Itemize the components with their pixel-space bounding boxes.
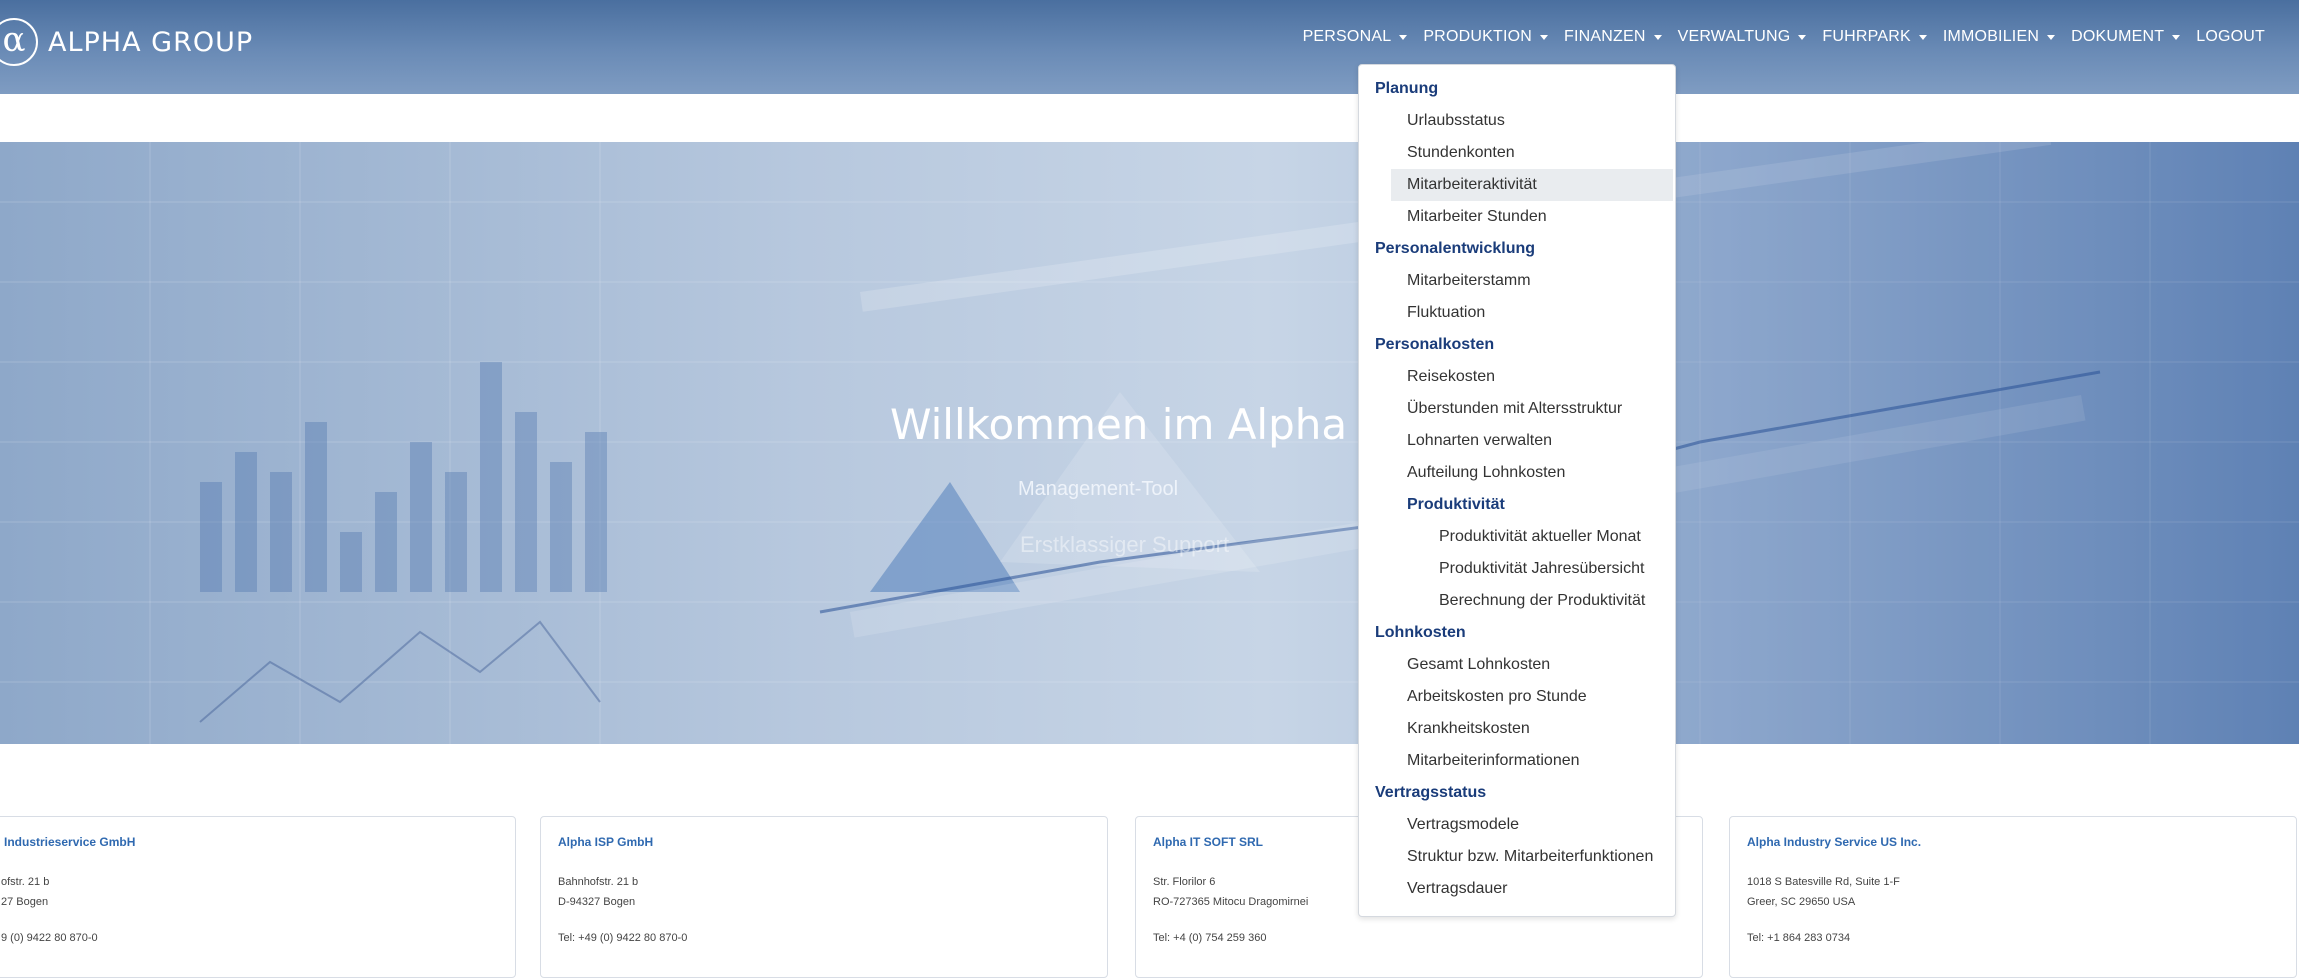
company-name-link[interactable]: Alpha Industry Service US Inc. [1747, 835, 1921, 849]
menu-item-ueberstunden[interactable]: Überstunden mit Altersstruktur [1407, 393, 1622, 425]
menu-item-produktivitaet-jahr[interactable]: Produktivität Jahresübersicht [1439, 553, 1644, 585]
nav-label: FINANZEN [1563, 28, 1646, 45]
chevron-down-icon [2047, 34, 2056, 40]
nav-label: FUHRPARK [1822, 28, 1911, 45]
menu-item-vertragsdauer[interactable]: Vertragsdauer [1407, 873, 1508, 905]
logo[interactable]: α ALPHA GROUP [0, 16, 253, 68]
nav-verwaltung[interactable]: VERWALTUNG [1678, 28, 1807, 46]
company-card: Alpha Industry Service US Inc. 1018 S Ba… [1729, 816, 2297, 978]
menu-heading-personalentwicklung[interactable]: Personalentwicklung [1375, 233, 1535, 265]
nav-label: PRODUKTION [1423, 28, 1532, 45]
hero-banner: Willkommen im Alpha Gro Management-Tool … [0, 142, 2299, 744]
menu-item-fluktuation[interactable]: Fluktuation [1407, 297, 1485, 329]
company-address-line2: Greer, SC 29650 USA [1747, 896, 1856, 908]
chevron-down-icon [1653, 34, 1662, 40]
logo-text: ALPHA GROUP [48, 26, 254, 58]
company-phone: 9 (0) 9422 80 870-0 [1, 932, 98, 944]
nav-fuhrpark[interactable]: FUHRPARK [1822, 28, 1927, 46]
company-address-line2: D-94327 Bogen [558, 896, 636, 908]
nav-logout[interactable]: LOGOUT [2196, 28, 2265, 46]
company-address-line1: Str. Florilor 6 [1153, 876, 1216, 888]
menu-heading-lohnkosten[interactable]: Lohnkosten [1375, 617, 1466, 649]
company-name-link[interactable]: Industrieservice GmbH [4, 835, 135, 849]
company-address-line1: Bahnhofstr. 21 b [558, 876, 639, 888]
menu-item-gesamt-lohnkosten[interactable]: Gesamt Lohnkosten [1407, 649, 1550, 681]
menu-item-arbeitskosten-stunde[interactable]: Arbeitskosten pro Stunde [1407, 681, 1587, 713]
menu-item-stundenkonten[interactable]: Stundenkonten [1407, 137, 1515, 169]
top-header: α ALPHA GROUP PERSONAL PRODUKTION FINANZ… [0, 0, 2299, 94]
company-address-line1: 1018 S Batesville Rd, Suite 1-F [1747, 876, 1900, 888]
menu-item-reisekosten[interactable]: Reisekosten [1407, 361, 1495, 393]
alpha-logo-icon: α [0, 18, 38, 66]
personal-dropdown-menu: Planung Urlaubsstatus Stundenkonten Mita… [1358, 64, 1676, 917]
nav-produktion[interactable]: PRODUKTION [1423, 28, 1548, 46]
menu-item-struktur-mitarbeiterfunktionen[interactable]: Struktur bzw. Mitarbeiterfunktionen [1407, 841, 1653, 873]
nav-personal[interactable]: PERSONAL [1303, 28, 1408, 46]
menu-item-krankheitskosten[interactable]: Krankheitskosten [1407, 713, 1530, 745]
nav-label: PERSONAL [1302, 28, 1392, 45]
chevron-down-icon [2172, 34, 2181, 40]
menu-item-produktivitaet-monat[interactable]: Produktivität aktueller Monat [1439, 521, 1641, 553]
nav-label: IMMOBILIEN [1942, 28, 2040, 45]
menu-item-mitarbeiterinformationen[interactable]: Mitarbeiterinformationen [1407, 745, 1580, 777]
menu-heading-planung[interactable]: Planung [1375, 73, 1438, 105]
company-phone: Tel: +1 864 283 0734 [1747, 932, 1851, 944]
nav-label: VERWALTUNG [1677, 28, 1791, 45]
main-nav: PERSONAL PRODUKTION FINANZEN VERWALTUNG … [1303, 28, 2265, 46]
company-card: Alpha ISP GmbH Bahnhofstr. 21 b D-94327 … [540, 816, 1108, 978]
company-name-link[interactable]: Alpha ISP GmbH [558, 835, 653, 849]
nav-label: LOGOUT [2196, 28, 2265, 45]
chevron-down-icon [1918, 34, 1927, 40]
menu-item-urlaubsstatus[interactable]: Urlaubsstatus [1407, 105, 1505, 137]
menu-subheading-produktivitaet[interactable]: Produktivität [1407, 489, 1505, 521]
company-card: Industrieservice GmbH ofstr. 21 b 27 Bog… [0, 816, 516, 978]
hero-subtitle-secondary: Erstklassiger Support [1020, 532, 1230, 557]
chevron-down-icon [1539, 34, 1548, 40]
company-phone: Tel: +49 (0) 9422 80 870-0 [558, 932, 688, 944]
company-phone: Tel: +4 (0) 754 259 360 [1153, 932, 1267, 944]
company-name-link[interactable]: Alpha IT SOFT SRL [1153, 835, 1263, 849]
nav-immobilien[interactable]: IMMOBILIEN [1942, 28, 2056, 46]
menu-item-aufteilung-lohnkosten[interactable]: Aufteilung Lohnkosten [1407, 457, 1565, 489]
chevron-down-icon [1798, 34, 1807, 40]
company-address-line1: ofstr. 21 b [1, 876, 50, 888]
menu-item-mitarbeiterstamm[interactable]: Mitarbeiterstamm [1407, 265, 1531, 297]
nav-label: DOKUMENT [2071, 28, 2165, 45]
menu-item-lohnarten[interactable]: Lohnarten verwalten [1407, 425, 1552, 457]
menu-item-vertragsmodele[interactable]: Vertragsmodele [1407, 809, 1519, 841]
menu-heading-personalkosten[interactable]: Personalkosten [1375, 329, 1494, 361]
menu-item-mitarbeiteraktivitaet[interactable]: Mitarbeiteraktivität [1407, 169, 1537, 201]
nav-dokument[interactable]: DOKUMENT [2071, 28, 2181, 46]
menu-item-mitarbeiter-stunden[interactable]: Mitarbeiter Stunden [1407, 201, 1547, 233]
menu-heading-vertragsstatus[interactable]: Vertragsstatus [1375, 777, 1486, 809]
company-address-line2: 27 Bogen [1, 896, 49, 908]
company-address-line2: RO-727365 Mitocu Dragomirnei [1153, 896, 1309, 908]
hero-title: Willkommen im Alpha Gro [890, 400, 1436, 449]
hero-subtitle: Management-Tool [1018, 478, 1179, 500]
menu-item-berechnung-produktivitaet[interactable]: Berechnung der Produktivität [1439, 585, 1645, 617]
nav-finanzen[interactable]: FINANZEN [1564, 28, 1662, 46]
chevron-down-icon [1399, 34, 1408, 40]
